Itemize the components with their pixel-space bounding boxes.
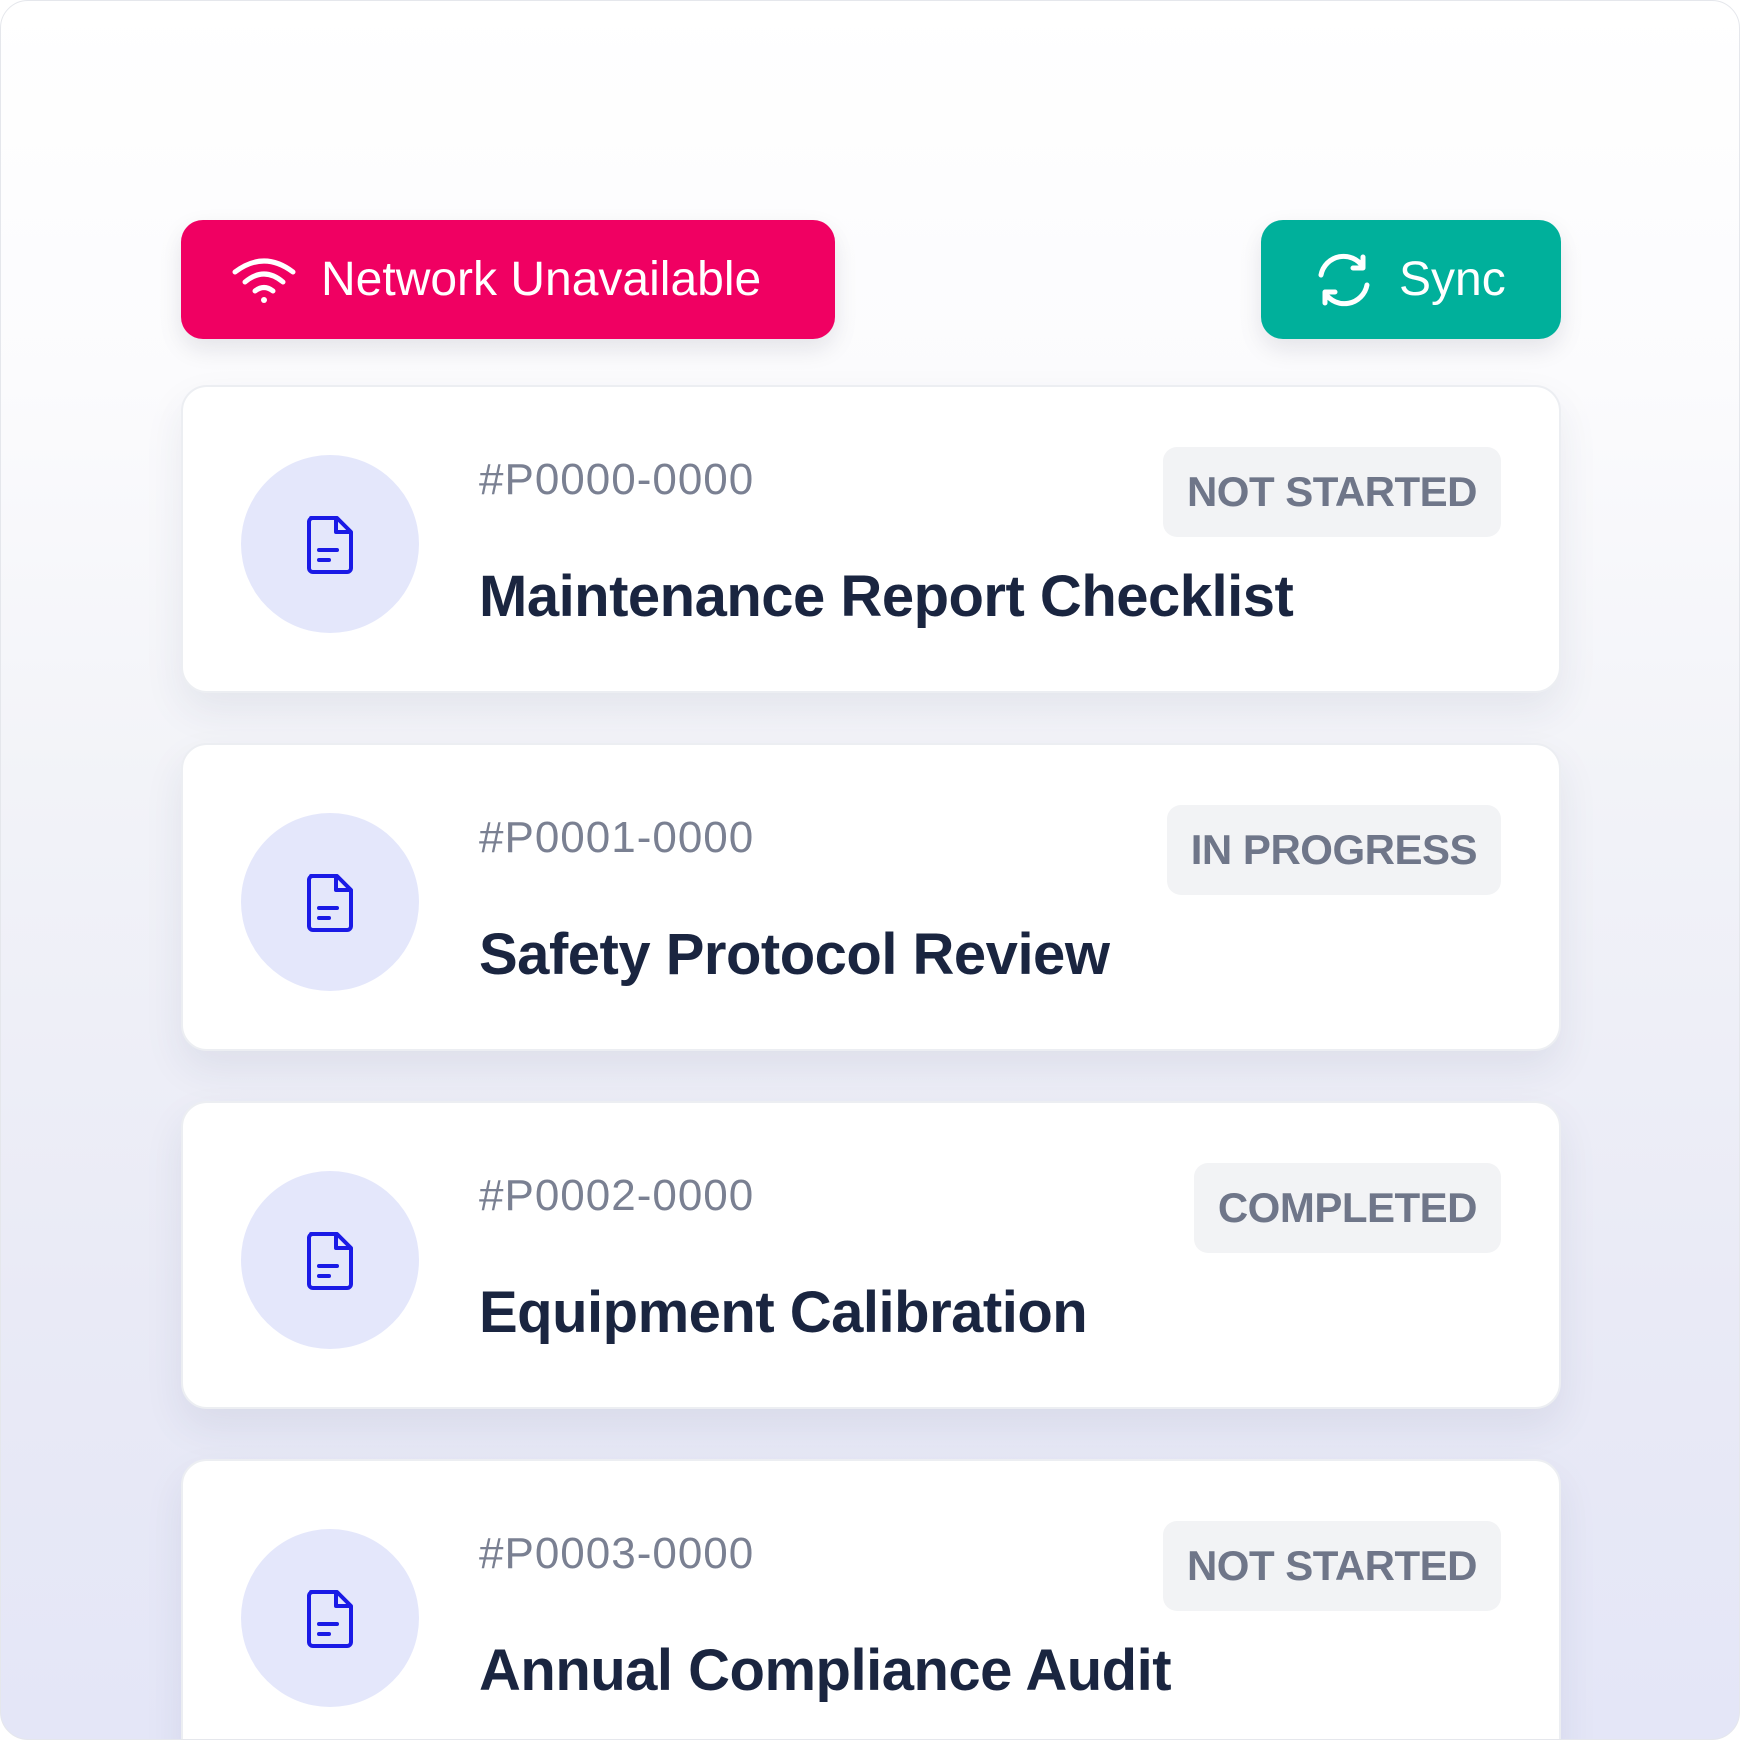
sync-icon: [1311, 251, 1377, 309]
status-badge: NOT STARTED: [1162, 1521, 1501, 1611]
status-badge: NOT STARTED: [1162, 447, 1501, 537]
status-badge: IN PROGRESS: [1166, 805, 1501, 895]
list-item[interactable]: #P0002-0000 Equipment Calibration COMPLE…: [181, 1101, 1561, 1409]
avatar: [241, 1171, 419, 1349]
sync-label: Sync: [1399, 253, 1506, 306]
network-status-label: Network Unavailable: [321, 253, 762, 306]
document-icon: [303, 870, 357, 934]
item-id: #P0002-0000: [479, 1171, 755, 1220]
wifi-icon: [231, 256, 297, 304]
avatar: [241, 813, 419, 991]
document-icon: [303, 512, 357, 576]
avatar: [241, 1529, 419, 1707]
sync-button[interactable]: Sync: [1261, 220, 1561, 339]
document-icon: [303, 1228, 357, 1292]
item-title: Maintenance Report Checklist: [479, 564, 1294, 629]
app-frame: Network Unavailable Sync #P0000-0000 Mai…: [0, 0, 1740, 1740]
item-id: #P0003-0000: [479, 1529, 755, 1578]
avatar: [241, 455, 419, 633]
item-title: Safety Protocol Review: [479, 922, 1110, 987]
status-badge: COMPLETED: [1193, 1163, 1501, 1253]
document-icon: [303, 1586, 357, 1650]
item-title: Annual Compliance Audit: [479, 1638, 1172, 1703]
network-status-badge: Network Unavailable: [181, 220, 835, 339]
item-id: #P0001-0000: [479, 813, 755, 862]
list-item[interactable]: #P0001-0000 Safety Protocol Review IN PR…: [181, 743, 1561, 1051]
list-item[interactable]: #P0000-0000 Maintenance Report Checklist…: [181, 385, 1561, 693]
list-item[interactable]: #P0003-0000 Annual Compliance Audit NOT …: [181, 1459, 1561, 1739]
item-title: Equipment Calibration: [479, 1280, 1088, 1345]
item-id: #P0000-0000: [479, 455, 755, 504]
